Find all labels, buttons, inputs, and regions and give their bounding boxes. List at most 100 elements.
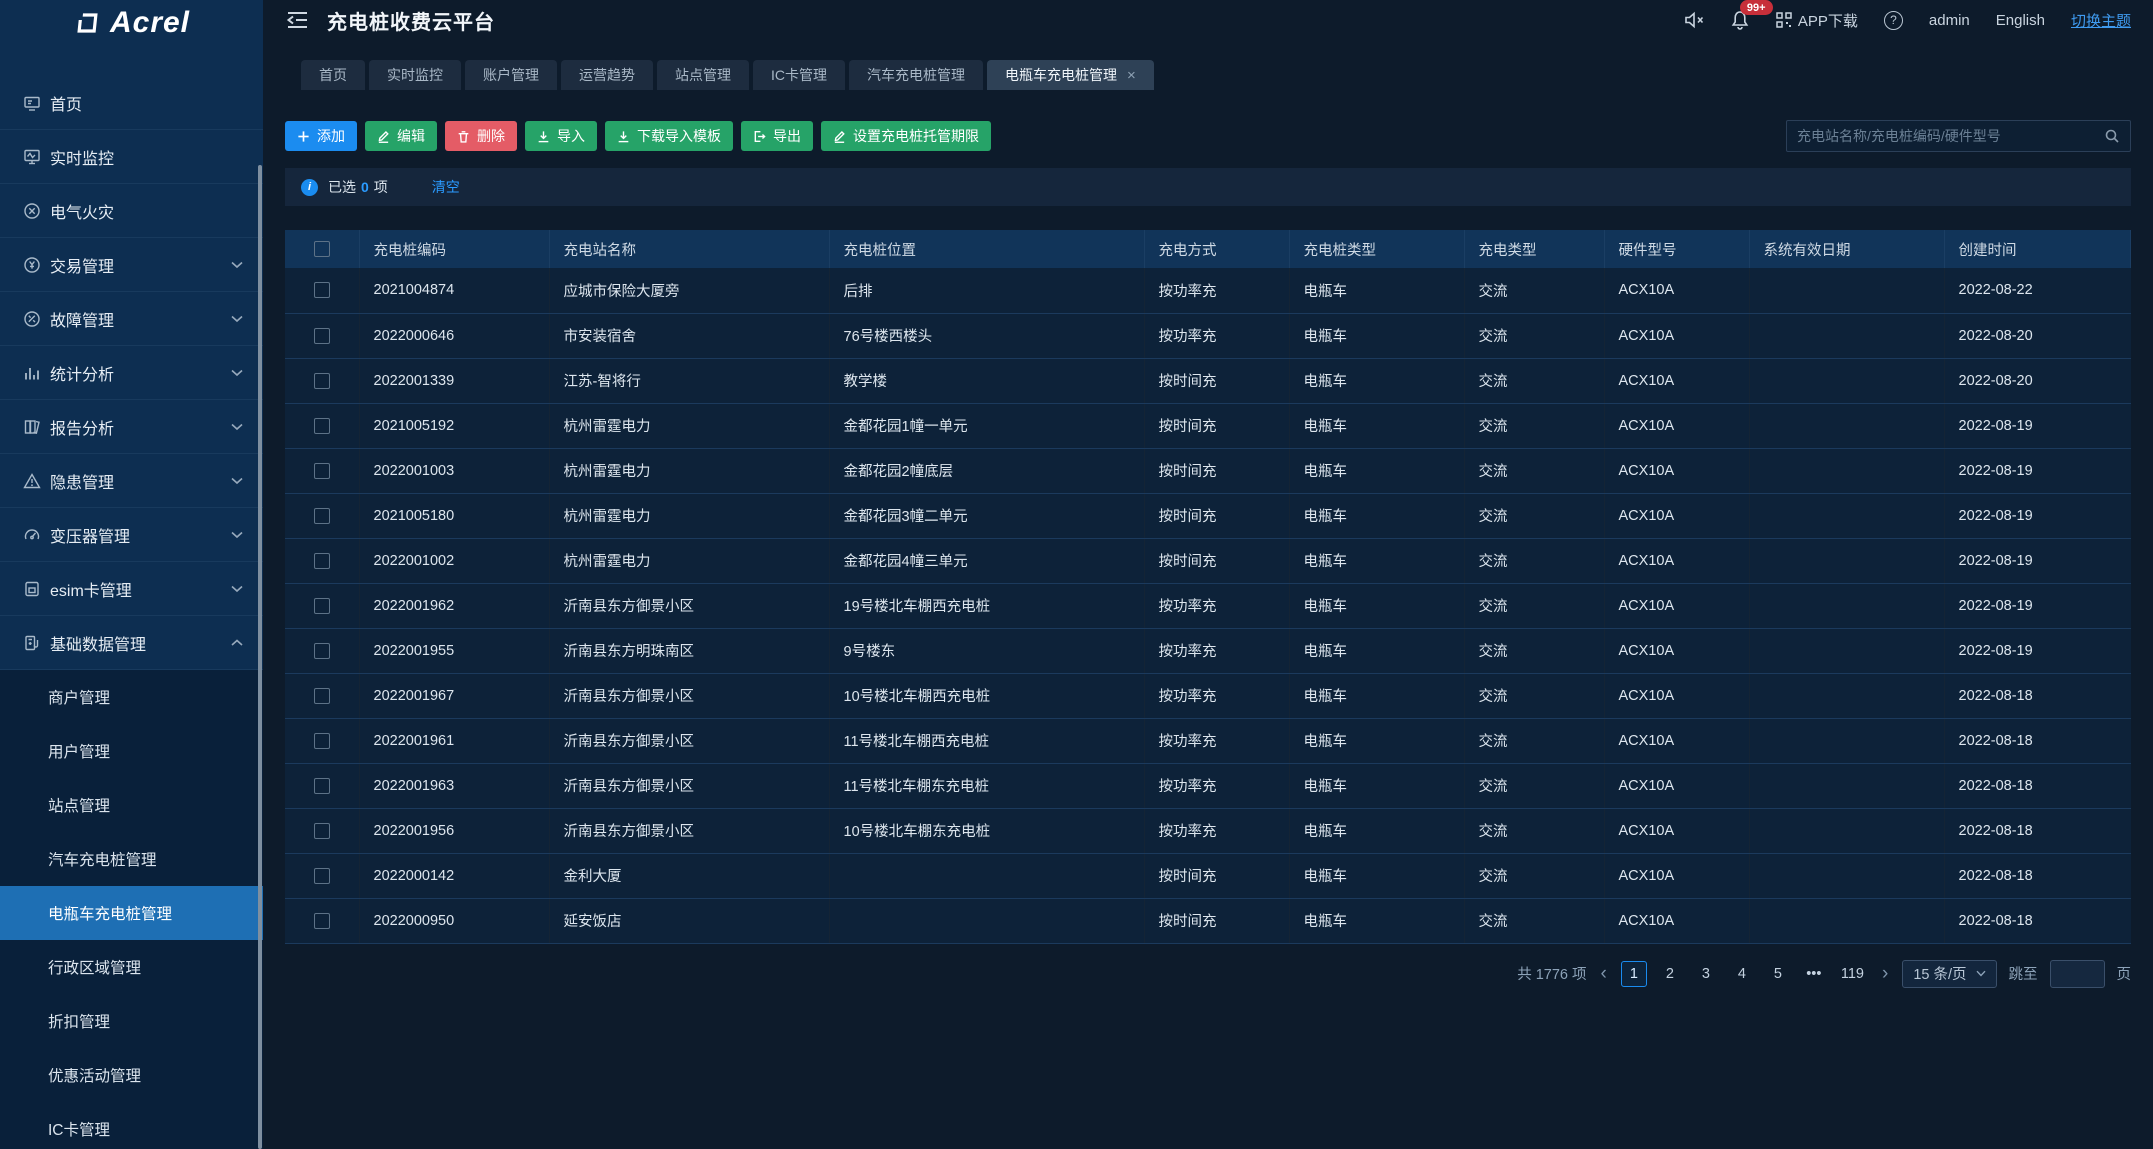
- sidebar-collapse-icon[interactable]: [285, 10, 309, 30]
- page-size-select[interactable]: 15 条/页: [1902, 960, 1996, 988]
- qr-code-icon: [1775, 11, 1793, 29]
- cell-valid-date: [1749, 628, 1944, 673]
- page-number[interactable]: •••: [1801, 961, 1827, 987]
- mute-icon[interactable]: [1684, 11, 1705, 29]
- cell-created-time: 2022-08-19: [1944, 493, 2131, 538]
- sidebar-item-faults[interactable]: 故障管理: [0, 292, 263, 346]
- page-jump-input[interactable]: [2050, 960, 2105, 988]
- cell-pile-code: 2022001963: [359, 763, 549, 808]
- row-checkbox[interactable]: [314, 778, 330, 794]
- next-page-button[interactable]: ›: [1880, 964, 1890, 983]
- notifications-bell-icon[interactable]: 99+: [1731, 10, 1749, 30]
- table-row: 2022001967 沂南县东方御景小区 10号楼北车棚西充电桩 按功率充 电瓶…: [285, 673, 2131, 718]
- column-header[interactable]: 充电桩类型: [1289, 230, 1464, 268]
- search-icon[interactable]: [2104, 128, 2120, 144]
- cell-created-time: 2022-08-19: [1944, 628, 2131, 673]
- cell-pile-code: 2022001955: [359, 628, 549, 673]
- cell-charge-mode: 按功率充: [1144, 808, 1289, 853]
- column-header[interactable]: 充电桩位置: [829, 230, 1144, 268]
- sidebar-item-electric-fire[interactable]: 电气火灾: [0, 184, 263, 238]
- row-checkbox[interactable]: [314, 463, 330, 479]
- download-template-button[interactable]: 下载导入模板: [605, 121, 733, 151]
- sidebar-submenu-item[interactable]: 用户管理: [0, 724, 263, 778]
- import-button[interactable]: 导入: [525, 121, 597, 151]
- sidebar-item-base-data[interactable]: 基础数据管理: [0, 616, 263, 670]
- column-header[interactable]: 充电桩编码: [359, 230, 549, 268]
- column-header[interactable]: 硬件型号: [1604, 230, 1749, 268]
- page-number[interactable]: 5: [1765, 961, 1791, 987]
- tab[interactable]: 汽车充电桩管理 ×: [849, 60, 983, 90]
- cell-valid-date: [1749, 808, 1944, 853]
- clear-selection-link[interactable]: 清空: [432, 177, 460, 197]
- row-checkbox[interactable]: [314, 733, 330, 749]
- row-checkbox[interactable]: [314, 913, 330, 929]
- edit-button[interactable]: 编辑: [365, 121, 437, 151]
- cell-created-time: 2022-08-19: [1944, 538, 2131, 583]
- language-switch[interactable]: English: [1996, 12, 2045, 29]
- row-checkbox[interactable]: [314, 688, 330, 704]
- sidebar-submenu-item[interactable]: 行政区域管理: [0, 940, 263, 994]
- sidebar-submenu-item[interactable]: IC卡管理: [0, 1102, 263, 1149]
- row-checkbox[interactable]: [314, 373, 330, 389]
- tab[interactable]: 电瓶车充电桩管理 ×: [987, 60, 1154, 90]
- help-icon[interactable]: ?: [1884, 11, 1903, 30]
- sidebar-submenu-item[interactable]: 优惠活动管理: [0, 1048, 263, 1102]
- tab[interactable]: 账户管理 ×: [465, 60, 557, 90]
- column-header[interactable]: 充电站名称: [549, 230, 829, 268]
- sidebar-submenu-item[interactable]: 汽车充电桩管理: [0, 832, 263, 886]
- column-header[interactable]: 充电类型: [1464, 230, 1604, 268]
- page-number[interactable]: 1: [1621, 961, 1647, 987]
- table-row: 2021005192 杭州雷霆电力 金都花园1幢一单元 按时间充 电瓶车 交流 …: [285, 403, 2131, 448]
- export-button[interactable]: 导出: [741, 121, 813, 151]
- sidebar-item-transactions[interactable]: 交易管理: [0, 238, 263, 292]
- sidebar-item-home[interactable]: 首页: [0, 76, 263, 130]
- username[interactable]: admin: [1929, 12, 1970, 29]
- row-checkbox[interactable]: [314, 643, 330, 659]
- cell-charge-type: 交流: [1464, 628, 1604, 673]
- cell-pile-location: 19号楼北车棚西充电桩: [829, 583, 1144, 628]
- sidebar-item-reports[interactable]: 报告分析: [0, 400, 263, 454]
- tab[interactable]: IC卡管理 ×: [753, 60, 845, 90]
- row-checkbox[interactable]: [314, 553, 330, 569]
- page-number[interactable]: 119: [1837, 961, 1868, 987]
- sidebar-item-hazards[interactable]: 隐患管理: [0, 454, 263, 508]
- row-checkbox[interactable]: [314, 418, 330, 434]
- column-header[interactable]: 创建时间: [1944, 230, 2131, 268]
- chevron-down-icon: [1976, 970, 1986, 977]
- tab[interactable]: 站点管理 ×: [657, 60, 749, 90]
- sidebar-submenu-item[interactable]: 商户管理: [0, 670, 263, 724]
- row-checkbox[interactable]: [314, 282, 330, 298]
- set-hosting-period-button[interactable]: 设置充电桩托管期限: [821, 121, 991, 151]
- page-number[interactable]: 2: [1657, 961, 1683, 987]
- cell-valid-date: [1749, 493, 1944, 538]
- row-checkbox[interactable]: [314, 823, 330, 839]
- cell-valid-date: [1749, 268, 1944, 313]
- app-download-link[interactable]: APP下载: [1775, 10, 1858, 31]
- column-header[interactable]: 系统有效日期: [1749, 230, 1944, 268]
- tab[interactable]: 首页 ×: [301, 60, 365, 90]
- column-header[interactable]: 充电方式: [1144, 230, 1289, 268]
- tab[interactable]: 实时监控 ×: [369, 60, 461, 90]
- sidebar-submenu-item[interactable]: 站点管理: [0, 778, 263, 832]
- sidebar-submenu-item[interactable]: 折扣管理: [0, 994, 263, 1048]
- row-checkbox[interactable]: [314, 328, 330, 344]
- tab[interactable]: 运营趋势 ×: [561, 60, 653, 90]
- page-number[interactable]: 3: [1693, 961, 1719, 987]
- select-all-checkbox[interactable]: [314, 241, 330, 257]
- search-input[interactable]: [1797, 128, 2104, 144]
- sidebar-submenu-item[interactable]: 电瓶车充电桩管理: [0, 886, 263, 940]
- cell-pile-type: 电瓶车: [1289, 493, 1464, 538]
- sidebar-item-statistics[interactable]: 统计分析: [0, 346, 263, 400]
- delete-button[interactable]: 删除: [445, 121, 517, 151]
- prev-page-button[interactable]: ‹: [1599, 964, 1609, 983]
- page-number[interactable]: 4: [1729, 961, 1755, 987]
- add-button[interactable]: 添加: [285, 121, 357, 151]
- sidebar-item-realtime-monitor[interactable]: 实时监控: [0, 130, 263, 184]
- sidebar-item-transformers[interactable]: 变压器管理: [0, 508, 263, 562]
- sidebar-item-esim-cards[interactable]: esim卡管理: [0, 562, 263, 616]
- tab-close-icon[interactable]: ×: [1127, 67, 1136, 84]
- theme-switch-link[interactable]: 切换主题: [2071, 10, 2131, 31]
- row-checkbox[interactable]: [314, 868, 330, 884]
- row-checkbox[interactable]: [314, 508, 330, 524]
- row-checkbox[interactable]: [314, 598, 330, 614]
